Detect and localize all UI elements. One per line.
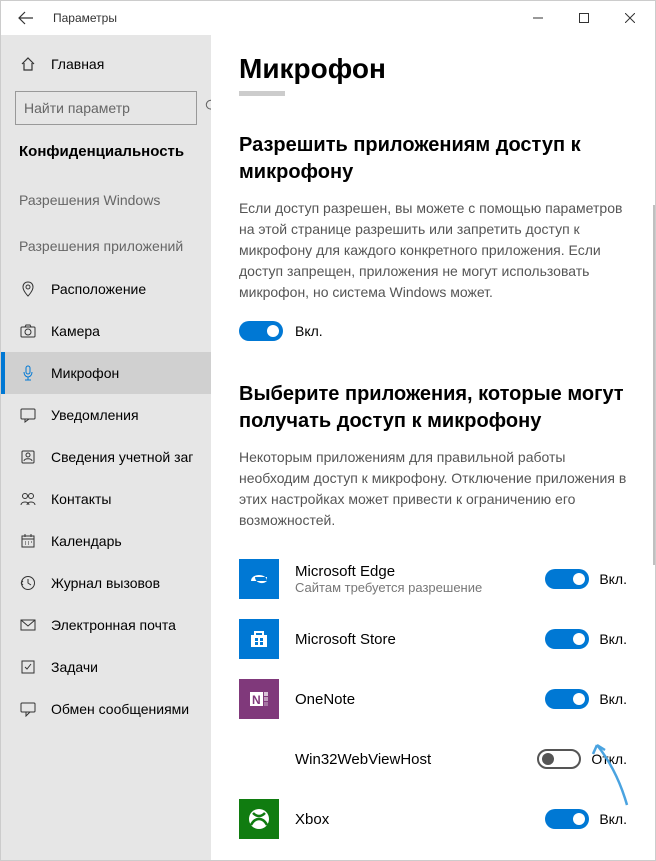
- sidebar-item-calendar[interactable]: Календарь: [1, 520, 211, 562]
- store-icon: [239, 619, 279, 659]
- nav-label: Задачи: [51, 659, 98, 675]
- blank-icon: [239, 739, 279, 779]
- app-toggle-xbox[interactable]: [545, 809, 589, 829]
- app-name: Microsoft Edge: [295, 563, 529, 580]
- section2-title: Выберите приложения, которые могут получ…: [239, 381, 627, 435]
- sidebar-item-email[interactable]: Электронная почта: [1, 604, 211, 646]
- sidebar: Главная Конфиденциальность Разрешения Wi…: [1, 35, 211, 860]
- search-box[interactable]: [15, 91, 197, 125]
- sidebar-item-contacts[interactable]: Контакты: [1, 478, 211, 520]
- app-row-xbox: Xbox Вкл.: [239, 789, 627, 849]
- calendar-icon: [19, 532, 37, 550]
- search-input[interactable]: [24, 100, 205, 116]
- allow-apps-toggle-label: Вкл.: [295, 323, 323, 339]
- page-title: Микрофон: [239, 53, 627, 85]
- camera-icon: [19, 322, 37, 340]
- nav-label: Микрофон: [51, 365, 119, 381]
- history-icon: [19, 574, 37, 592]
- home-label: Главная: [51, 56, 104, 72]
- section1-title: Разрешить приложениям доступ к микрофону: [239, 132, 627, 186]
- window-title: Параметры: [53, 11, 515, 25]
- sidebar-item-tasks[interactable]: Задачи: [1, 646, 211, 688]
- app-row-win32webviewhost: Win32WebViewHost Откл.: [239, 729, 627, 789]
- nav-group-apps: Разрешения приложений: [1, 222, 211, 268]
- nav-label: Журнал вызовов: [51, 575, 160, 591]
- allow-apps-toggle[interactable]: [239, 321, 283, 341]
- arrow-left-icon: [18, 10, 34, 26]
- contacts-icon: [19, 490, 37, 508]
- edge-icon: [239, 559, 279, 599]
- back-button[interactable]: [3, 2, 49, 34]
- maximize-icon: [579, 13, 589, 23]
- sidebar-item-camera[interactable]: Камера: [1, 310, 211, 352]
- nav-label: Электронная почта: [51, 617, 176, 633]
- main-content: Микрофон Разрешить приложениям доступ к …: [211, 35, 655, 860]
- app-toggle-store[interactable]: [545, 629, 589, 649]
- toggle-state: Вкл.: [599, 631, 627, 647]
- xbox-icon: [239, 799, 279, 839]
- home-icon: [19, 55, 37, 73]
- sidebar-item-messaging[interactable]: Обмен сообщениями: [1, 688, 211, 730]
- scrollbar[interactable]: [653, 205, 655, 565]
- app-name: OneNote: [295, 691, 529, 708]
- nav-label: Календарь: [51, 533, 122, 549]
- maximize-button[interactable]: [561, 2, 607, 34]
- sidebar-item-call-history[interactable]: Журнал вызовов: [1, 562, 211, 604]
- app-row-edge: Microsoft Edge Сайтам требуется разрешен…: [239, 549, 627, 609]
- toggle-state: Откл.: [591, 751, 627, 767]
- app-name: Microsoft Store: [295, 631, 529, 648]
- toggle-state: Вкл.: [599, 811, 627, 827]
- app-toggle-edge[interactable]: [545, 569, 589, 589]
- app-toggle-win32[interactable]: [537, 749, 581, 769]
- sidebar-item-account-info[interactable]: Сведения учетной заг: [1, 436, 211, 478]
- app-row-store: Microsoft Store Вкл.: [239, 609, 627, 669]
- account-icon: [19, 448, 37, 466]
- nav-label: Уведомления: [51, 407, 139, 423]
- section2-desc: Некоторым приложениям для правильной раб…: [239, 447, 627, 531]
- section1-desc: Если доступ разрешен, вы можете с помощь…: [239, 198, 627, 303]
- nav-label: Сведения учетной заг: [51, 449, 193, 465]
- app-name: Win32WebViewHost: [295, 751, 521, 768]
- minimize-button[interactable]: [515, 2, 561, 34]
- minimize-icon: [533, 13, 543, 23]
- sidebar-item-notifications[interactable]: Уведомления: [1, 394, 211, 436]
- toggle-state: Вкл.: [599, 571, 627, 587]
- email-icon: [19, 616, 37, 634]
- tasks-icon: [19, 658, 37, 676]
- sidebar-item-microphone[interactable]: Микрофон: [1, 352, 211, 394]
- onenote-icon: N: [239, 679, 279, 719]
- close-icon: [625, 13, 635, 23]
- title-underline: [239, 91, 285, 96]
- messaging-icon: [19, 700, 37, 718]
- toggle-state: Вкл.: [599, 691, 627, 707]
- location-icon: [19, 280, 37, 298]
- close-button[interactable]: [607, 2, 653, 34]
- nav-label: Контакты: [51, 491, 111, 507]
- nav-label: Расположение: [51, 281, 146, 297]
- app-row-onenote: N OneNote Вкл.: [239, 669, 627, 729]
- nav-group-windows: Разрешения Windows: [1, 176, 211, 222]
- app-name: Xbox: [295, 811, 529, 828]
- category-heading: Конфиденциальность: [1, 137, 211, 176]
- notifications-icon: [19, 406, 37, 424]
- sidebar-item-location[interactable]: Расположение: [1, 268, 211, 310]
- svg-text:N: N: [252, 693, 261, 707]
- nav-label: Камера: [51, 323, 100, 339]
- microphone-icon: [19, 364, 37, 382]
- home-nav[interactable]: Главная: [1, 43, 211, 85]
- app-toggle-onenote[interactable]: [545, 689, 589, 709]
- app-sub: Сайтам требуется разрешение: [295, 580, 529, 595]
- nav-label: Обмен сообщениями: [51, 701, 189, 717]
